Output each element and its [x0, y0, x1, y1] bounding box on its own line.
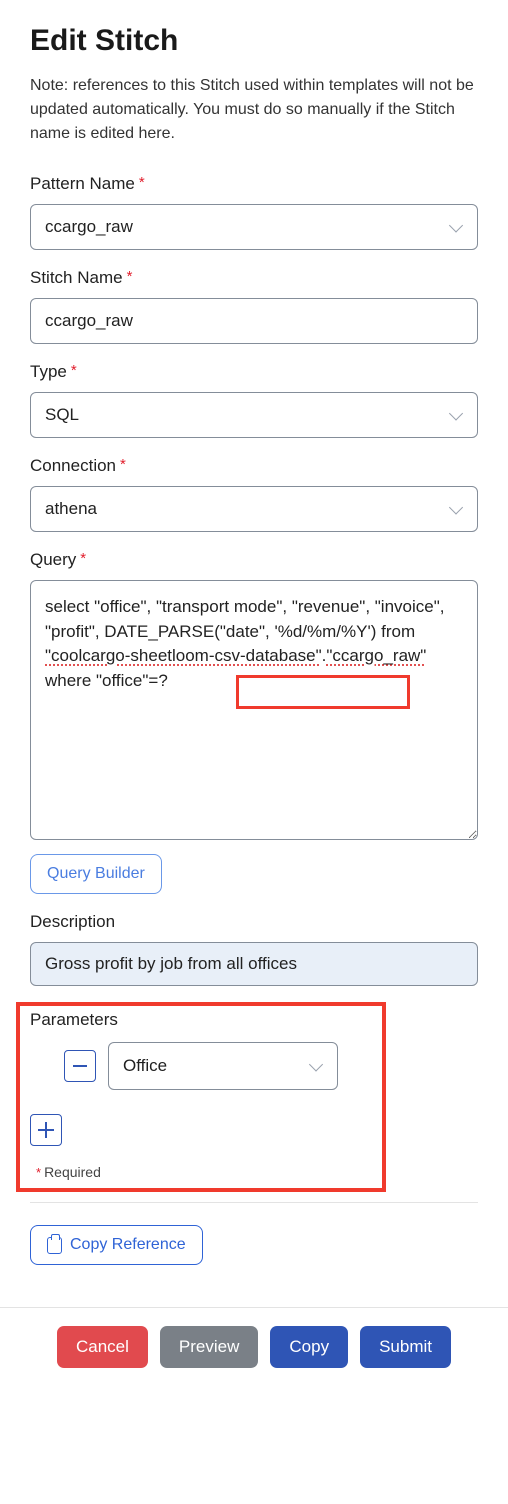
connection-label: Connection *: [30, 456, 478, 476]
parameter-value: Office: [123, 1056, 167, 1076]
connection-value: athena: [45, 499, 97, 519]
remove-parameter-button[interactable]: [64, 1050, 96, 1082]
copy-button[interactable]: Copy: [270, 1326, 348, 1368]
note-text: Note: references to this Stitch used wit…: [30, 74, 478, 146]
plus-icon: [45, 1122, 47, 1138]
required-star-icon: *: [120, 456, 126, 473]
required-star-icon: *: [80, 550, 86, 567]
description-label: Description: [30, 912, 478, 932]
type-select[interactable]: SQL: [30, 392, 478, 438]
stitch-name-label: Stitch Name *: [30, 268, 478, 288]
type-value: SQL: [45, 405, 79, 425]
description-input[interactable]: [30, 942, 478, 986]
preview-button[interactable]: Preview: [160, 1326, 258, 1368]
minus-icon: [73, 1065, 87, 1067]
add-parameter-button[interactable]: [30, 1114, 62, 1146]
stitch-name-input[interactable]: [30, 298, 478, 344]
divider: [0, 1307, 508, 1308]
type-label: Type *: [30, 362, 478, 382]
divider: [30, 1202, 478, 1203]
query-label: Query *: [30, 550, 478, 570]
required-star-icon: *: [127, 268, 133, 285]
clipboard-icon: [47, 1237, 62, 1254]
pattern-name-select[interactable]: ccargo_raw: [30, 204, 478, 250]
parameters-label: Parameters: [30, 1010, 478, 1030]
submit-button[interactable]: Submit: [360, 1326, 451, 1368]
page-title: Edit Stitch: [30, 24, 478, 58]
footer-actions: Cancel Preview Copy Submit: [30, 1326, 478, 1390]
cancel-button[interactable]: Cancel: [57, 1326, 148, 1368]
required-star-icon: *: [71, 362, 77, 379]
copy-reference-button[interactable]: Copy Reference: [30, 1225, 203, 1265]
query-textarea[interactable]: select "office", "transport mode", "reve…: [30, 580, 478, 840]
query-builder-button[interactable]: Query Builder: [30, 854, 162, 894]
required-star-icon: *: [36, 1165, 41, 1180]
connection-select[interactable]: athena: [30, 486, 478, 532]
pattern-name-label: Pattern Name *: [30, 174, 478, 194]
pattern-name-value: ccargo_raw: [45, 217, 133, 237]
required-star-icon: *: [139, 174, 145, 191]
required-note: *Required: [36, 1164, 478, 1180]
parameter-select[interactable]: Office: [108, 1042, 338, 1090]
